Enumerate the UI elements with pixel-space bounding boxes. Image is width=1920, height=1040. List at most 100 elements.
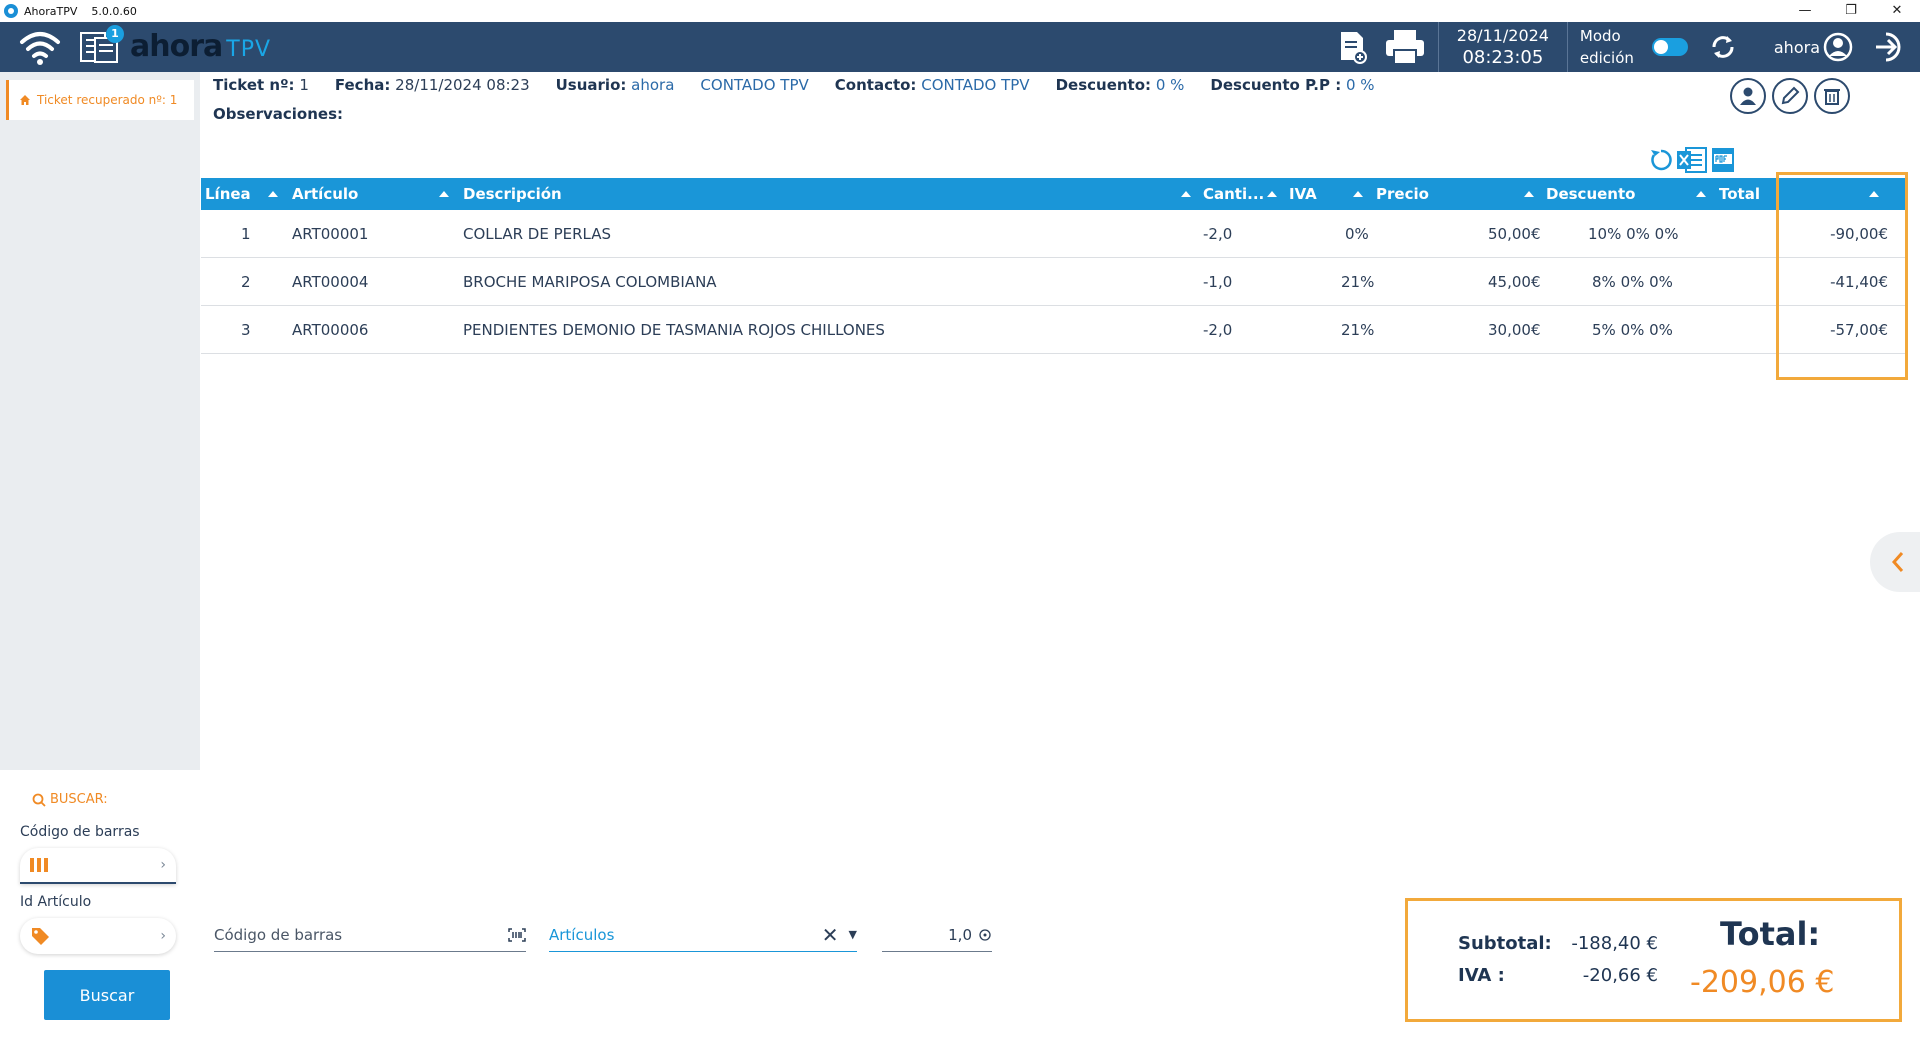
expand-panel-tab[interactable] bbox=[1870, 532, 1920, 592]
cell-cantidad: -2,0 bbox=[1203, 321, 1233, 339]
app-logo: ahora TPV bbox=[130, 32, 271, 62]
barcode-icon bbox=[30, 858, 48, 872]
wifi-icon bbox=[20, 32, 60, 65]
app-icon bbox=[4, 4, 18, 18]
edicion-text: edición bbox=[1579, 49, 1634, 67]
barcode-search-field[interactable]: › bbox=[20, 848, 176, 884]
minimize-button[interactable]: — bbox=[1782, 0, 1828, 22]
cell-articulo: ART00006 bbox=[292, 321, 369, 339]
cell-precio: 50,00€ bbox=[1488, 225, 1541, 243]
col-iva[interactable]: IVA bbox=[1289, 178, 1317, 210]
barcode-scan-icon[interactable] bbox=[508, 927, 526, 942]
edit-mode-label: Modo edición bbox=[1568, 25, 1646, 69]
logout-icon bbox=[1876, 32, 1901, 62]
cell-descripcion: COLLAR DE PERLAS bbox=[463, 225, 612, 243]
sort-asc-icon[interactable] bbox=[1696, 191, 1706, 197]
ticket-value: 1 bbox=[299, 76, 309, 94]
col-articulo[interactable]: Artículo bbox=[292, 178, 358, 210]
sort-asc-icon[interactable] bbox=[1353, 191, 1363, 197]
ticket-info-bar: Ticket nº: 1 Fecha: 28/11/2024 08:23 Usu… bbox=[213, 76, 1401, 94]
search-button[interactable]: Buscar bbox=[44, 970, 170, 1020]
usuario-value: ahora bbox=[631, 76, 675, 94]
cell-linea: 3 bbox=[241, 321, 251, 339]
iva-value: -20,66 € bbox=[1582, 965, 1658, 986]
cell-iva: 0% bbox=[1345, 225, 1369, 243]
edit-mode-toggle[interactable] bbox=[1651, 38, 1688, 56]
tickets-button[interactable]: 1 bbox=[78, 25, 124, 65]
search-title: BUSCAR: bbox=[50, 792, 108, 807]
descuento-label: Descuento: bbox=[1055, 76, 1152, 94]
col-cantidad[interactable]: Canti... bbox=[1203, 178, 1264, 210]
cell-descuento: 10% 0% 0% bbox=[1588, 225, 1679, 243]
quantity-field[interactable]: 1,0 bbox=[882, 918, 992, 952]
sort-asc-icon[interactable] bbox=[268, 191, 278, 197]
user-icon bbox=[1740, 87, 1756, 105]
sidebar: Ticket recuperado nº: 1 BUSCAR: Código d… bbox=[0, 72, 200, 1040]
excel-export-icon[interactable] bbox=[1676, 146, 1708, 174]
delete-button[interactable] bbox=[1814, 78, 1850, 114]
logo-text: ahora bbox=[130, 29, 223, 64]
col-total[interactable]: Total bbox=[1719, 178, 1760, 210]
customer-button[interactable] bbox=[1730, 78, 1766, 114]
id-article-field[interactable]: › bbox=[20, 918, 176, 954]
totals-panel: Subtotal: -188,40 € IVA : -20,66 € Total… bbox=[1405, 898, 1902, 1022]
ticket-recovered-tab[interactable]: Ticket recuperado nº: 1 bbox=[6, 80, 194, 120]
chevron-right-icon: › bbox=[160, 857, 166, 873]
dropdown-arrow-icon[interactable]: ▼ bbox=[849, 928, 857, 941]
new-document-button[interactable] bbox=[1330, 24, 1376, 70]
sort-asc-icon[interactable] bbox=[1181, 191, 1191, 197]
table-row[interactable]: 2 ART00004 BROCHE MARIPOSA COLOMBIANA -1… bbox=[201, 258, 1908, 306]
print-button[interactable] bbox=[1382, 24, 1428, 70]
customer-link[interactable]: CONTADO TPV bbox=[700, 76, 808, 94]
cell-descuento: 8% 0% 0% bbox=[1592, 273, 1673, 291]
subtotal-label: Subtotal: bbox=[1458, 933, 1552, 954]
modo-text: Modo bbox=[1579, 27, 1621, 45]
edit-button[interactable] bbox=[1772, 78, 1808, 114]
barcode-entry-placeholder: Código de barras bbox=[214, 925, 343, 944]
col-precio[interactable]: Precio bbox=[1376, 178, 1429, 210]
cell-precio: 45,00€ bbox=[1488, 273, 1541, 291]
col-descripcion[interactable]: Descripción bbox=[463, 178, 562, 210]
tag-icon bbox=[32, 928, 49, 945]
cell-iva: 21% bbox=[1341, 273, 1375, 291]
total-column-highlight bbox=[1776, 172, 1908, 380]
sort-asc-icon[interactable] bbox=[1267, 191, 1277, 197]
cell-articulo: ART00004 bbox=[292, 273, 369, 291]
total-label: Total: bbox=[1720, 915, 1821, 953]
cell-linea: 2 bbox=[241, 273, 251, 291]
title-bar: AhoraTPV 5.0.0.60 — ❐ ✕ bbox=[0, 0, 1920, 22]
cell-descuento: 5% 0% 0% bbox=[1592, 321, 1673, 339]
iva-label: IVA : bbox=[1458, 965, 1505, 986]
descuento-pp-label: Descuento P.P : bbox=[1210, 76, 1342, 94]
col-linea[interactable]: Línea bbox=[205, 178, 251, 210]
ticket-recovered-label: Ticket recuperado nº: 1 bbox=[37, 93, 178, 107]
sort-asc-icon[interactable] bbox=[1524, 191, 1534, 197]
col-descuento[interactable]: Descuento bbox=[1546, 178, 1635, 210]
table-row[interactable]: 3 ART00006 PENDIENTES DEMONIO DE TASMANI… bbox=[201, 306, 1908, 354]
refresh-icon[interactable] bbox=[1648, 147, 1674, 173]
contacto-value: CONTADO TPV bbox=[921, 76, 1030, 94]
restore-button[interactable]: ❐ bbox=[1828, 0, 1874, 22]
ticket-lines-table: Línea Artículo Descripción Canti... IVA … bbox=[201, 178, 1908, 354]
user-profile-button[interactable] bbox=[1820, 24, 1856, 70]
sync-icon bbox=[1712, 36, 1734, 58]
articulos-select[interactable]: Artículos ✕ ▼ bbox=[549, 918, 857, 952]
user-avatar-icon bbox=[1823, 32, 1853, 62]
logout-button[interactable] bbox=[1866, 24, 1912, 70]
user-name: ahora bbox=[1773, 37, 1820, 57]
fecha-label: Fecha: bbox=[334, 76, 391, 94]
pdf-export-icon[interactable] bbox=[1710, 146, 1736, 174]
search-header: BUSCAR: bbox=[32, 792, 108, 807]
fecha-value: 28/11/2024 08:23 bbox=[395, 76, 530, 94]
sync-button[interactable] bbox=[1700, 24, 1746, 70]
close-button[interactable]: ✕ bbox=[1874, 0, 1920, 22]
descuento-pp-value: 0 % bbox=[1346, 76, 1375, 94]
sort-asc-icon[interactable] bbox=[439, 191, 449, 197]
document-add-icon bbox=[1340, 32, 1367, 64]
table-row[interactable]: 1 ART00001 COLLAR DE PERLAS -2,0 0% 50,0… bbox=[201, 210, 1908, 258]
tickets-count-badge: 1 bbox=[106, 25, 124, 43]
cell-articulo: ART00001 bbox=[292, 225, 369, 243]
barcode-entry-field[interactable]: Código de barras bbox=[214, 918, 526, 952]
clear-icon[interactable]: ✕ bbox=[822, 923, 839, 947]
quantity-value: 1,0 bbox=[948, 925, 972, 944]
